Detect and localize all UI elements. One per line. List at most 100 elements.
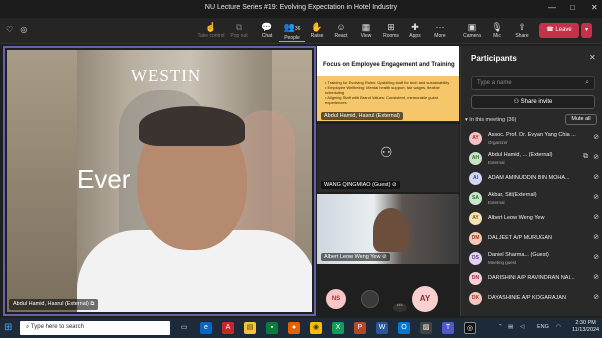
app-icon[interactable]: ▪	[266, 322, 278, 334]
taskbar-search-input[interactable]: ⌕ Type here to search	[20, 321, 170, 335]
chrome-icon[interactable]: ◉	[310, 322, 322, 334]
maximize-button[interactable]: □	[570, 3, 575, 12]
word-icon[interactable]: W	[376, 322, 388, 334]
participant-avatar: AY	[469, 212, 482, 225]
participant-row[interactable]: SA Akbar, Siti(External) External ⊘	[469, 190, 599, 208]
participant-name: DALJEET A/P MURUGAN	[488, 235, 552, 241]
video-tile-camera[interactable]: Albert Leow Weng Yew ⊘	[317, 194, 459, 264]
acrobat-icon[interactable]: A	[222, 322, 234, 334]
teams-icon[interactable]: T	[442, 322, 454, 334]
camera-button[interactable]: ▣ Camera	[459, 22, 485, 39]
mic-off-icon[interactable]: ⊘	[593, 213, 599, 221]
mic-off-icon: ⊘	[391, 182, 397, 188]
mic-off-icon[interactable]: ⊘	[593, 193, 599, 201]
mic-off-icon[interactable]: ⊘	[593, 233, 599, 241]
participant-row[interactable]: DK DAYASHINIE A/P KOGARAJAN ⊘	[469, 290, 599, 308]
participant-row[interactable]: AY Albert Leow Weng Yew ⊘	[469, 210, 599, 228]
share-invite-button[interactable]: ⚇ Share invite	[471, 95, 595, 109]
tile-name: Albert Leow Weng Yew	[324, 254, 381, 260]
tile-name-tag: Abdul Hamid, Hasrul (External)	[321, 112, 403, 120]
avatar-empty[interactable]	[361, 290, 379, 308]
close-window-button[interactable]: ✕	[591, 3, 598, 12]
mic-off-icon[interactable]: ⊘	[593, 133, 599, 141]
participant-row[interactable]: AH Abdul Hamid, ... (External) External ⧉ ⊘	[469, 150, 599, 168]
participant-row[interactable]: AI ADAM AMINUDDIN BIN MOHA... ⊘	[469, 170, 599, 188]
avatar-ns[interactable]: NS	[326, 289, 346, 309]
participant-role: External	[488, 160, 505, 165]
chat-label: Chat	[261, 33, 273, 39]
obs-icon[interactable]: ◎	[464, 322, 476, 334]
participant-row[interactable]: DS Daniel Sharma... (Guest) Meeting guest ⊘	[469, 250, 599, 268]
rooms-label: Rooms	[383, 33, 399, 39]
taskbar-search-placeholder: Type here to search	[30, 324, 84, 330]
apps-button[interactable]: ✚ Apps	[402, 22, 428, 39]
participant-avatar: DN	[469, 272, 482, 285]
main-video-stage[interactable]: WESTIN Ever Abdul Hamid, Hasrul (Externa…	[3, 46, 316, 316]
participant-row[interactable]: AY Assoc. Prof. Dr. Evyan Yang Chia ... Or…	[469, 130, 599, 148]
wifi-icon[interactable]: ◠	[556, 324, 561, 330]
close-panel-button[interactable]: ✕	[589, 53, 596, 62]
share-button[interactable]: ⇪ Share	[509, 22, 535, 39]
avatar-ay[interactable]: AY	[412, 286, 438, 312]
camera-label: Camera	[463, 33, 481, 39]
mic-off-icon[interactable]: ⊘	[593, 173, 599, 181]
leave-button[interactable]: ☎ Leave	[539, 23, 579, 38]
timer-icon[interactable]: ◎	[20, 25, 27, 34]
file-explorer-icon[interactable]: ▤	[244, 322, 256, 334]
more-participants-button[interactable]: ···	[393, 303, 407, 312]
language-indicator[interactable]: ENG	[537, 324, 549, 330]
mic-off-icon[interactable]: ⊘	[593, 293, 599, 301]
participant-avatar: AI	[469, 172, 482, 185]
outlook-icon[interactable]: O	[398, 322, 410, 334]
mic-off-icon[interactable]: ⊘	[593, 273, 599, 281]
participant-row[interactable]: DN DARISHINI A/P RAVINDRAN NAI... ⊘	[469, 270, 599, 288]
people-label: People	[284, 35, 300, 41]
raise-hand-button[interactable]: ✋ Raise	[304, 22, 330, 39]
tray-arrow-icon[interactable]: ⌃	[498, 324, 503, 330]
windows-start-icon[interactable]: ⊞	[4, 322, 12, 333]
participant-search-input[interactable]: Type a name ⌕	[471, 76, 595, 90]
network-icon[interactable]: ▤	[508, 324, 513, 330]
participant-row[interactable]: DM DALJEET A/P MURUGAN ⊘	[469, 230, 599, 248]
people-button[interactable]: 👥36 People	[279, 22, 305, 42]
participant-role: Meeting guest	[488, 260, 517, 265]
volume-icon[interactable]: ◁	[520, 324, 524, 330]
mic-off-icon[interactable]: ⊘	[593, 153, 599, 161]
apps-icon: ✚	[411, 22, 419, 32]
slide-bullet: • Employee Wellbeing: Mental health supp…	[325, 85, 440, 95]
photos-icon[interactable]: ▨	[420, 322, 432, 334]
firefox-icon[interactable]: ●	[288, 322, 300, 334]
more-button[interactable]: ··· More	[427, 22, 453, 39]
minimize-button[interactable]: —	[548, 3, 556, 12]
video-tile-guest[interactable]: ⚇ WANG QINGMIAO (Guest) ⊘	[317, 124, 459, 192]
virtual-background-brand: WESTIN	[131, 66, 202, 85]
main-video-name: Abdul Hamid, Hasrul (External)	[13, 301, 89, 307]
mic-off-icon[interactable]: ⊘	[593, 253, 599, 261]
task-view-icon[interactable]: ▭	[178, 322, 190, 334]
react-button[interactable]: ☺ React	[328, 22, 354, 39]
people-count: 36	[294, 26, 301, 32]
mute-all-button[interactable]: Mute all	[565, 114, 597, 125]
camera-person	[373, 208, 409, 252]
excel-icon[interactable]: X	[332, 322, 344, 334]
taskbar-clock[interactable]: 2:30 PM 11/13/2024	[572, 320, 599, 334]
edge-icon[interactable]: e	[200, 322, 212, 334]
mic-button[interactable]: 🎙 Mic	[484, 22, 510, 39]
shield-icon[interactable]: ♡	[6, 25, 13, 34]
leave-options-button[interactable]: ▾	[581, 23, 592, 38]
shared-slide: Focus on Employee Engagement and Trainin…	[317, 46, 459, 121]
take-control-button[interactable]: ☝ Take control	[194, 22, 228, 39]
in-meeting-label: In this meeting (36)	[469, 117, 517, 123]
virtual-background-tagline: Ever	[77, 164, 131, 194]
rooms-button[interactable]: ⊞ Rooms	[378, 22, 404, 39]
view-button[interactable]: ▦ View	[353, 22, 379, 39]
raise-label: Raise	[310, 33, 324, 39]
pop-out-button[interactable]: ⧉ Pop out	[226, 22, 252, 39]
raise-hand-icon: ✋	[311, 22, 323, 32]
view-label: View	[360, 33, 372, 39]
in-meeting-section[interactable]: ▾ In this meeting (36)	[465, 117, 516, 123]
powerpoint-icon[interactable]: P	[354, 322, 366, 334]
video-tile-slide[interactable]: Focus on Employee Engagement and Trainin…	[317, 46, 459, 122]
chat-button[interactable]: 💬 Chat	[254, 22, 280, 39]
clock-time: 2:30 PM	[575, 320, 596, 326]
